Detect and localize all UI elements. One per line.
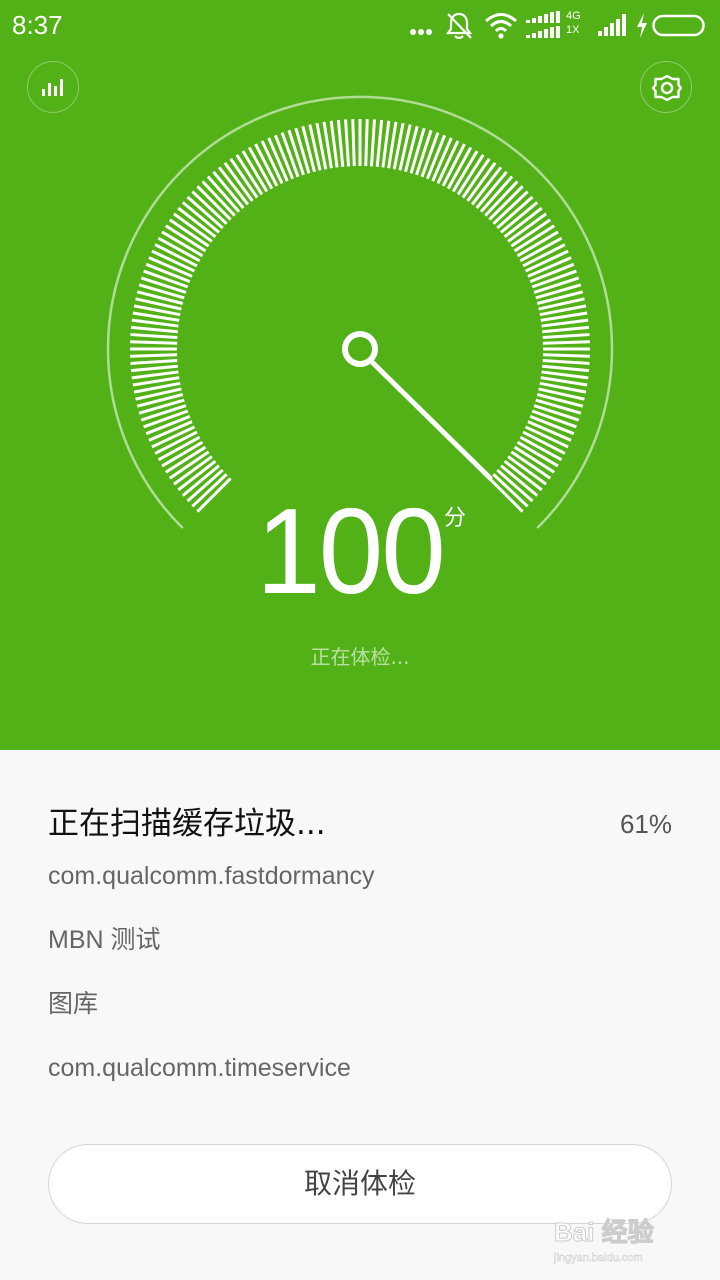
gauge-tick	[130, 333, 178, 340]
gauge-tick	[130, 364, 178, 373]
baidu-jingyan-watermark: Bai 经验 jingyan.baidu.com	[552, 1213, 692, 1273]
gauge-tick	[542, 353, 590, 358]
health-score: 100	[256, 482, 446, 620]
gauge-tick	[130, 353, 178, 358]
score-panel: 8:37 4G 1X 100 分 正在体检...	[0, 0, 720, 750]
svg-text:Bai 经验: Bai 经验	[554, 1217, 654, 1247]
svg-text:jingyan.baidu.com: jingyan.baidu.com	[553, 1252, 643, 1264]
gauge-tick	[294, 127, 311, 174]
gauge-tick	[542, 340, 590, 345]
gauge-tick	[541, 370, 589, 380]
gauge-tick	[130, 325, 178, 334]
gauge-tick	[351, 119, 356, 167]
gauge-tick	[138, 398, 185, 415]
scan-item: MBN 测试	[48, 926, 161, 954]
scan-item: com.qualcomm.fastdormancy	[48, 862, 375, 890]
gauge-tick	[130, 358, 178, 365]
gauge-ticks	[130, 119, 590, 513]
gauge-tick	[535, 283, 582, 300]
gauge-tick	[369, 119, 376, 167]
scan-task-title: 正在扫描缓存垃圾...	[48, 806, 326, 842]
score-gauge	[106, 95, 614, 529]
gauge-tick	[364, 119, 369, 167]
gauge-tick	[375, 119, 384, 167]
scan-item: com.qualcomm.timeservice	[48, 1054, 351, 1082]
gauge-tick	[542, 325, 590, 334]
gauge-tick	[336, 119, 345, 167]
score-unit: 分	[444, 506, 467, 531]
gauge-tick	[131, 370, 179, 380]
gauge-tick	[138, 283, 185, 300]
gauge-tick	[381, 120, 391, 168]
gauge-tick	[344, 119, 351, 167]
scan-progress-percent: 61%	[619, 809, 672, 839]
gauge-tick	[542, 358, 590, 365]
cancel-checkup-button[interactable]: 取消体检	[48, 1144, 672, 1224]
gauge-tick	[409, 127, 426, 174]
baidu-logo-icon: Bai 经验 jingyan.baidu.com	[553, 1217, 654, 1265]
gauge-pivot	[342, 331, 378, 367]
scan-panel: 正在扫描缓存垃圾... 61% com.qualcomm.fastdormanc…	[0, 750, 720, 1280]
scan-status-text: 正在体检...	[310, 645, 410, 669]
scan-item: 图库	[48, 990, 99, 1018]
gauge-tick	[131, 318, 179, 328]
phone-screen: 8:37 4G 1X 100 分 正在体检... 正在扫描缓存垃圾... 61%…	[0, 0, 720, 1280]
gauge-tick	[542, 333, 590, 340]
gauge-needle	[369, 359, 493, 481]
gauge-tick	[329, 120, 339, 168]
gauge-tick	[130, 340, 178, 345]
scan-item-list: com.qualcomm.fastdormancy MBN 测试 图库 com.…	[48, 858, 672, 1114]
gauge-tick	[535, 398, 582, 415]
gauge-tick	[542, 364, 590, 373]
gauge-tick	[541, 318, 589, 328]
